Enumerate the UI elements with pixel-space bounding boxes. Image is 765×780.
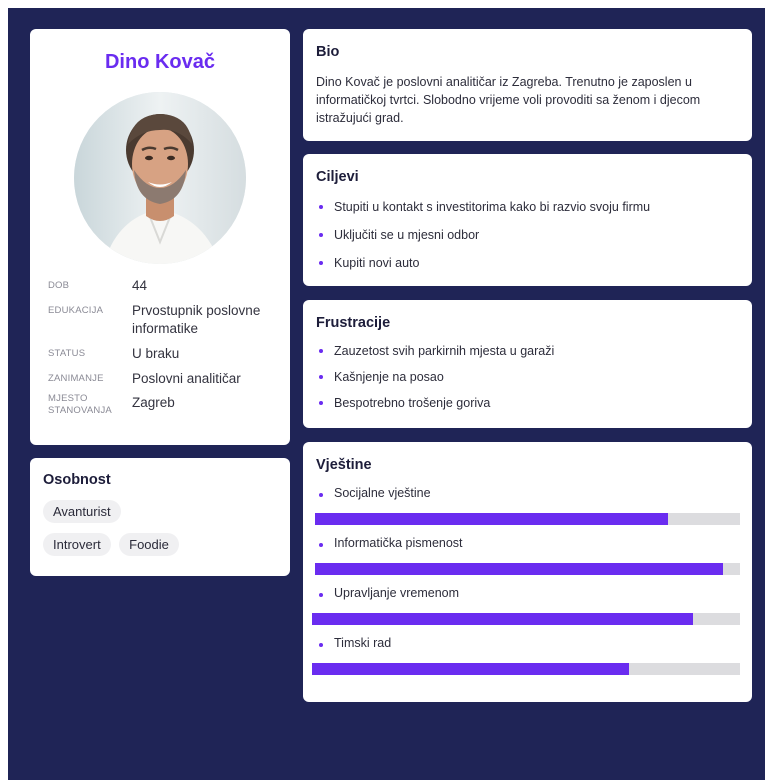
goals-list: Stupiti u kontakt s investitorima kako b… [316, 198, 742, 282]
profile-facts: DOB 44 EDUKACIJA Prvostupnik poslovne in… [48, 277, 278, 420]
skills-card: Vještine Socijalne vještine Informatička… [303, 442, 752, 702]
bio-text: Dino Kovač je poslovni analitičar iz Zag… [316, 75, 701, 125]
bullet-icon [319, 543, 323, 547]
fact-value: 44 [132, 278, 148, 293]
skill-item: Informatička pismenost [303, 536, 752, 586]
skill-name: Informatička pismenost [334, 536, 463, 550]
fact-label: MJESTO STANOVANJA [48, 393, 112, 416]
avatar-portrait [74, 92, 246, 264]
frustrations-card: Frustracije Zauzetost svih parkirnih mje… [303, 300, 752, 428]
fact-occupation: ZANIMANJE Poslovni analitičar [48, 370, 278, 390]
bio-card: Bio Dino Kovač je poslovni analitičar iz… [303, 29, 752, 141]
fact-label: STATUS [48, 348, 86, 359]
skill-bar-track [315, 563, 740, 575]
personality-tags: Avanturist Introvert Foodie [43, 500, 280, 566]
page-background: Dino Kovač DOB 44 EDUKACIJA Prvostupnik … [8, 8, 765, 780]
frustrations-title: Frustracije [316, 315, 391, 331]
fact-value: Prvostupnik poslovne informatike [132, 303, 261, 336]
fact-value: Poslovni analitičar [132, 371, 241, 386]
fact-label: DOB [48, 280, 70, 291]
fact-value: U braku [132, 346, 180, 361]
profile-card: Dino Kovač DOB 44 EDUKACIJA Prvostupnik … [30, 29, 290, 445]
skill-name: Upravljanje vremenom [334, 586, 460, 600]
skill-bar-fill [315, 563, 723, 575]
skill-bar-fill [312, 663, 629, 675]
personality-tag: Introvert [43, 533, 111, 556]
frustration-item: Zauzetost svih parkirnih mjesta u garaži [316, 342, 742, 368]
fact-residence: MJESTO STANOVANJA Zagreb [48, 390, 278, 420]
fact-label: EDUKACIJA [48, 305, 104, 316]
skill-bar-track [312, 613, 740, 625]
personality-card: Osobnost Avanturist Introvert Foodie [30, 458, 290, 576]
skill-item: Upravljanje vremenom [303, 586, 752, 636]
fact-age: DOB 44 [48, 277, 278, 302]
skill-item: Timski rad [303, 636, 752, 686]
persona-name: Dino Kovač [104, 51, 216, 73]
goal-item: Stupiti u kontakt s investitorima kako b… [316, 198, 742, 226]
personality-tag: Foodie [119, 533, 179, 556]
skills-title: Vještine [316, 457, 372, 473]
skill-bar-track [312, 663, 740, 675]
goals-card: Ciljevi Stupiti u kontakt s investitorim… [303, 154, 752, 286]
skill-bar-fill [315, 513, 668, 525]
skill-item: Socijalne vještine [303, 486, 752, 536]
goal-item: Uključiti se u mjesni odbor [316, 226, 742, 254]
skill-name: Timski rad [334, 636, 392, 650]
personality-tag: Avanturist [43, 500, 121, 523]
goal-item: Kupiti novi auto [316, 254, 742, 282]
skill-bar-fill [312, 613, 693, 625]
skill-name: Socijalne vještine [334, 486, 431, 500]
skill-bar-track [315, 513, 740, 525]
bio-title: Bio [316, 44, 340, 60]
skills-list: Socijalne vještine Informatička pismenos… [303, 486, 752, 686]
fact-label: ZANIMANJE [48, 373, 104, 384]
bullet-icon [319, 593, 323, 597]
fact-status: STATUS U braku [48, 345, 278, 370]
bullet-icon [319, 643, 323, 647]
frustration-item: Kašnjenje na posao [316, 368, 742, 394]
fact-value: Zagreb [132, 395, 175, 410]
goals-title: Ciljevi [316, 169, 359, 185]
frustration-item: Bespotrebno trošenje goriva [316, 394, 742, 420]
frustrations-list: Zauzetost svih parkirnih mjesta u garaži… [316, 342, 742, 420]
bullet-icon [319, 493, 323, 497]
avatar [74, 92, 246, 264]
fact-education: EDUKACIJA Prvostupnik poslovne informati… [48, 302, 278, 345]
personality-title: Osobnost [43, 472, 111, 488]
